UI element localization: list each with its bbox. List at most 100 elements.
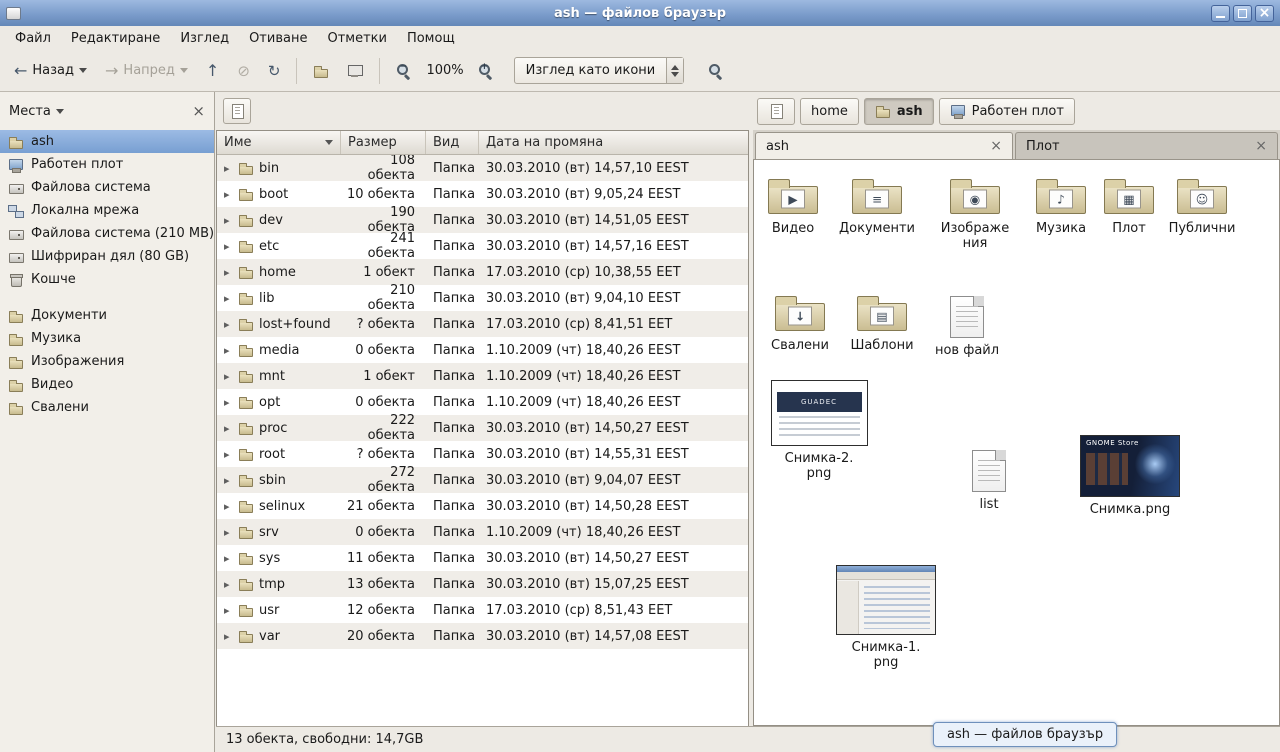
places-item[interactable]: Шифриран дял (80 GB) bbox=[0, 245, 214, 268]
expander-icon[interactable] bbox=[224, 447, 233, 462]
expander-icon[interactable] bbox=[224, 265, 233, 280]
tab-close-icon[interactable] bbox=[990, 138, 1002, 154]
tree-row[interactable]: mnt 1 обект Папка 1.10.2009 (чт) 18,40,2… bbox=[217, 363, 748, 389]
minimize-button[interactable] bbox=[1211, 5, 1230, 22]
icon-item-new-file[interactable]: нов файл bbox=[922, 296, 1012, 359]
expander-icon[interactable] bbox=[224, 499, 233, 514]
places-item[interactable]: Кошче bbox=[0, 268, 214, 291]
icon-item-video[interactable]: Видео bbox=[753, 176, 838, 237]
tree-row[interactable]: boot 10 обекта Папка 30.03.2010 (вт) 9,0… bbox=[217, 181, 748, 207]
tab-ash[interactable]: ash bbox=[755, 132, 1013, 159]
expander-icon[interactable] bbox=[224, 291, 233, 306]
tree-row[interactable]: opt 0 обекта Папка 1.10.2009 (чт) 18,40,… bbox=[217, 389, 748, 415]
tree-row[interactable]: media 0 обекта Папка 1.10.2009 (чт) 18,4… bbox=[217, 337, 748, 363]
tab-close-icon[interactable] bbox=[1255, 138, 1267, 154]
places-item[interactable]: Работен плот bbox=[0, 153, 214, 176]
places-item[interactable]: Локална мрежа bbox=[0, 199, 214, 222]
zoom-out-button[interactable]: − bbox=[388, 56, 420, 86]
expander-icon[interactable] bbox=[224, 525, 233, 540]
tree-row[interactable]: lib 210 обекта Папка 30.03.2010 (вт) 9,0… bbox=[217, 285, 748, 311]
icon-item-snimka[interactable]: GNOME Store Снимка.png bbox=[1085, 435, 1175, 518]
places-item[interactable]: Музика bbox=[0, 327, 214, 350]
places-item[interactable]: Видео bbox=[0, 373, 214, 396]
computer-button[interactable] bbox=[339, 56, 371, 86]
tree-row[interactable]: selinux 21 обекта Папка 30.03.2010 (вт) … bbox=[217, 493, 748, 519]
tree-row[interactable]: root ? обекта Папка 30.03.2010 (вт) 14,5… bbox=[217, 441, 748, 467]
column-header-size[interactable]: Размер bbox=[341, 131, 426, 154]
pane-location-button[interactable] bbox=[223, 98, 251, 124]
stop-button[interactable] bbox=[229, 57, 258, 85]
icon-item-public[interactable]: Публични bbox=[1157, 176, 1247, 237]
up-button[interactable] bbox=[198, 57, 227, 85]
icon-item-documents[interactable]: Документи bbox=[832, 176, 922, 237]
maximize-button[interactable] bbox=[1233, 5, 1252, 22]
places-item[interactable]: Свалени bbox=[0, 396, 214, 419]
tree-row[interactable]: lost+found ? обекта Папка 17.03.2010 (ср… bbox=[217, 311, 748, 337]
tab-plot[interactable]: Плот bbox=[1015, 132, 1278, 159]
expander-icon[interactable] bbox=[224, 551, 233, 566]
expander-icon[interactable] bbox=[224, 369, 233, 384]
expander-icon[interactable] bbox=[224, 317, 233, 332]
menu-item[interactable]: Файл bbox=[5, 29, 61, 48]
tree-row[interactable]: bin 108 обекта Папка 30.03.2010 (вт) 14,… bbox=[217, 155, 748, 181]
places-caret-icon[interactable] bbox=[56, 109, 64, 114]
places-close-icon[interactable] bbox=[192, 102, 205, 120]
expander-icon[interactable] bbox=[224, 395, 233, 410]
path-button-home[interactable]: home bbox=[800, 98, 859, 125]
column-header-type[interactable]: Вид bbox=[426, 131, 479, 154]
expander-icon[interactable] bbox=[224, 629, 233, 644]
search-button[interactable] bbox=[700, 56, 732, 86]
taskbar-window-button[interactable]: ash — файлов браузър bbox=[933, 722, 1117, 747]
expander-icon[interactable] bbox=[224, 421, 233, 436]
column-header-name[interactable]: Име bbox=[217, 131, 341, 154]
icon-item-snimka-1[interactable]: Снимка-1.png bbox=[841, 565, 931, 671]
menu-item[interactable]: Отметки bbox=[317, 29, 396, 48]
icon-item-images[interactable]: Изображения bbox=[930, 176, 1020, 252]
places-item[interactable]: Изображения bbox=[0, 350, 214, 373]
tree-row[interactable]: dev 190 обекта Папка 30.03.2010 (вт) 14,… bbox=[217, 207, 748, 233]
tree-row[interactable]: usr 12 обекта Папка 17.03.2010 (ср) 8,51… bbox=[217, 597, 748, 623]
view-mode-stepper[interactable] bbox=[666, 58, 683, 83]
places-item[interactable]: Файлова система (210 MB) bbox=[0, 222, 214, 245]
titlebar[interactable]: ash — файлов браузър bbox=[0, 0, 1280, 26]
back-button[interactable]: Назад bbox=[6, 56, 95, 85]
tree-row[interactable]: tmp 13 обекта Папка 30.03.2010 (вт) 15,0… bbox=[217, 571, 748, 597]
home-button[interactable] bbox=[305, 56, 337, 86]
menu-item[interactable]: Редактиране bbox=[61, 29, 170, 48]
tree-row[interactable]: sys 11 обекта Папка 30.03.2010 (вт) 14,5… bbox=[217, 545, 748, 571]
icon-item-templates[interactable]: Шаблони bbox=[837, 293, 927, 354]
icon-item-list[interactable]: list bbox=[944, 450, 1034, 513]
expander-icon[interactable] bbox=[224, 239, 233, 254]
tree-row[interactable]: etc 241 обекта Папка 30.03.2010 (вт) 14,… bbox=[217, 233, 748, 259]
zoom-in-button[interactable]: + bbox=[470, 56, 502, 86]
expander-icon[interactable] bbox=[224, 187, 233, 202]
places-item[interactable]: Файлова система bbox=[0, 176, 214, 199]
reload-button[interactable] bbox=[260, 57, 289, 85]
expander-icon[interactable] bbox=[224, 603, 233, 618]
expander-icon[interactable] bbox=[224, 161, 233, 176]
tree-row[interactable]: srv 0 обекта Папка 1.10.2009 (чт) 18,40,… bbox=[217, 519, 748, 545]
forward-button[interactable]: Напред bbox=[97, 56, 196, 85]
expander-icon[interactable] bbox=[224, 343, 233, 358]
view-mode-select[interactable]: Изглед като икони bbox=[514, 57, 685, 84]
icon-item-downloads[interactable]: Свалени bbox=[755, 293, 845, 354]
tree-row[interactable]: var 20 обекта Папка 30.03.2010 (вт) 14,5… bbox=[217, 623, 748, 649]
path-button-ash[interactable]: ash bbox=[864, 98, 934, 125]
menu-item[interactable]: Отиване bbox=[239, 29, 317, 48]
path-button-desktop[interactable]: Работен плот bbox=[939, 98, 1075, 125]
icon-view[interactable]: Видео Документи Изображения Музика Плот … bbox=[753, 160, 1280, 726]
expander-icon[interactable] bbox=[224, 577, 233, 592]
column-header-date[interactable]: Дата на промяна bbox=[479, 131, 748, 154]
expander-icon[interactable] bbox=[224, 473, 233, 488]
close-button[interactable] bbox=[1255, 5, 1274, 22]
back-history-caret-icon[interactable] bbox=[79, 68, 87, 73]
tree-row[interactable]: proc 222 обекта Папка 30.03.2010 (вт) 14… bbox=[217, 415, 748, 441]
icon-item-snimka-2[interactable]: GUADEC Снимка-2.png bbox=[774, 380, 864, 482]
places-title[interactable]: Места bbox=[9, 104, 51, 119]
pathbar-toggle-button[interactable] bbox=[757, 98, 795, 125]
places-item[interactable]: Документи bbox=[0, 304, 214, 327]
tree-row[interactable]: home 1 обект Папка 17.03.2010 (ср) 10,38… bbox=[217, 259, 748, 285]
tree-row[interactable]: sbin 272 обекта Папка 30.03.2010 (вт) 9,… bbox=[217, 467, 748, 493]
expander-icon[interactable] bbox=[224, 213, 233, 228]
menu-item[interactable]: Помощ bbox=[397, 29, 465, 48]
